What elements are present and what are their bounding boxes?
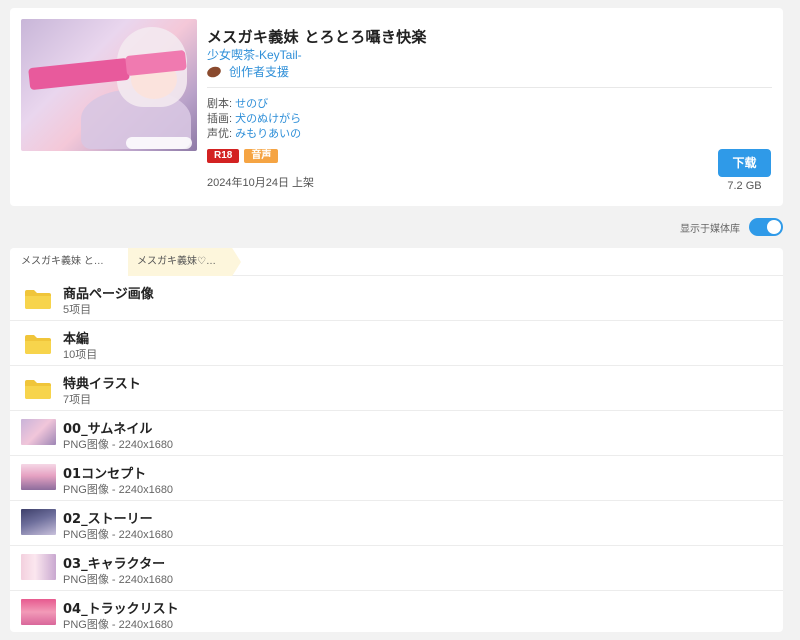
- file-row-image[interactable]: 02_ストーリー PNG图像 - 2240x1680: [10, 501, 783, 546]
- work-card: メスガキ義妹 とろとろ囁き快楽 少女喫茶-KeyTail- 创作者支援 剧本: …: [10, 8, 783, 206]
- file-meta: PNG图像 - 2240x1680: [63, 619, 174, 631]
- breadcrumb: メスガキ義妹♡… メスガキ義妹 と…: [10, 248, 783, 276]
- work-title: メスガキ義妹 とろとろ囁き快楽: [207, 28, 427, 46]
- football-icon: [205, 64, 223, 79]
- file-meta: 5项目: [63, 304, 92, 316]
- folder-icon: [24, 378, 52, 405]
- file-row-image[interactable]: 03_キャラクター PNG图像 - 2240x1680: [10, 546, 783, 591]
- image-thumbnail: [21, 464, 56, 490]
- toggle-knob: [767, 220, 781, 234]
- file-row-image[interactable]: 01コンセプト PNG图像 - 2240x1680: [10, 456, 783, 501]
- file-meta: PNG图像 - 2240x1680: [63, 574, 174, 586]
- folder-icon: [24, 333, 52, 360]
- file-name: 商品ページ画像: [63, 287, 154, 302]
- show-in-library-toggle[interactable]: [749, 218, 783, 236]
- credit-label: 插画:: [207, 113, 233, 125]
- credit-value-link[interactable]: みもりあいの: [235, 128, 301, 140]
- folder-icon: [24, 288, 52, 315]
- file-row-image[interactable]: 00_サムネイル PNG图像 - 2240x1680: [10, 411, 783, 456]
- credit-illustration: 插画: 犬のぬけがら: [207, 110, 301, 126]
- credit-label: 声优:: [207, 128, 233, 140]
- creator-support-link[interactable]: 创作者支援: [205, 63, 290, 80]
- divider: [207, 87, 772, 88]
- file-browser: メスガキ義妹♡… メスガキ義妹 と… 商品ページ画像 5项目 本編 10项目 特…: [10, 248, 783, 632]
- tag-voice-badge: 音声: [244, 149, 279, 163]
- file-name: 03_キャラクター: [63, 557, 166, 572]
- show-in-library-label: 显示于媒体库: [680, 224, 740, 235]
- file-row-folder[interactable]: 特典イラスト 7项目: [10, 366, 783, 411]
- file-row-image[interactable]: 04_トラックリスト PNG图像 - 2240x1680: [10, 591, 783, 632]
- credit-scenario: 剧本: せのび: [207, 95, 268, 111]
- file-name: 本編: [63, 332, 90, 347]
- image-thumbnail: [21, 419, 56, 445]
- breadcrumb-item-root[interactable]: メスガキ義妹 と…: [10, 248, 128, 276]
- tag-r18-badge: R18: [207, 149, 240, 163]
- credit-value-link[interactable]: 犬のぬけがら: [235, 113, 301, 125]
- image-thumbnail: [21, 509, 56, 535]
- cover-image[interactable]: [21, 19, 197, 151]
- circle-link[interactable]: 少女喫茶-KeyTail-: [207, 46, 302, 63]
- file-meta: PNG图像 - 2240x1680: [63, 484, 174, 496]
- file-row-folder[interactable]: 商品ページ画像 5项目: [10, 276, 783, 321]
- breadcrumb-item-current[interactable]: メスガキ義妹♡…: [115, 248, 241, 276]
- credit-label: 剧本:: [207, 98, 233, 110]
- image-thumbnail: [21, 599, 56, 625]
- file-name: 01コンセプト: [63, 467, 147, 482]
- file-name: 00_サムネイル: [63, 422, 153, 437]
- file-meta: PNG图像 - 2240x1680: [63, 529, 174, 541]
- file-name: 02_ストーリー: [63, 512, 153, 527]
- download-button[interactable]: 下载: [718, 149, 771, 177]
- file-size: 7.2 GB: [727, 180, 762, 192]
- image-thumbnail: [21, 554, 56, 580]
- file-meta: 7项目: [63, 394, 92, 406]
- file-name: 特典イラスト: [63, 377, 141, 392]
- release-date: 2024年10月24日 上架: [207, 177, 314, 189]
- creator-support-label: 创作者支援: [229, 65, 290, 79]
- file-meta: PNG图像 - 2240x1680: [63, 439, 174, 451]
- file-name: 04_トラックリスト: [63, 602, 179, 617]
- file-row-folder[interactable]: 本編 10项目: [10, 321, 783, 366]
- tag-list: R18 音声: [207, 149, 279, 163]
- credit-value-link[interactable]: せのび: [235, 98, 268, 110]
- credit-voice-actor: 声优: みもりあいの: [207, 125, 301, 141]
- file-meta: 10项目: [63, 349, 98, 361]
